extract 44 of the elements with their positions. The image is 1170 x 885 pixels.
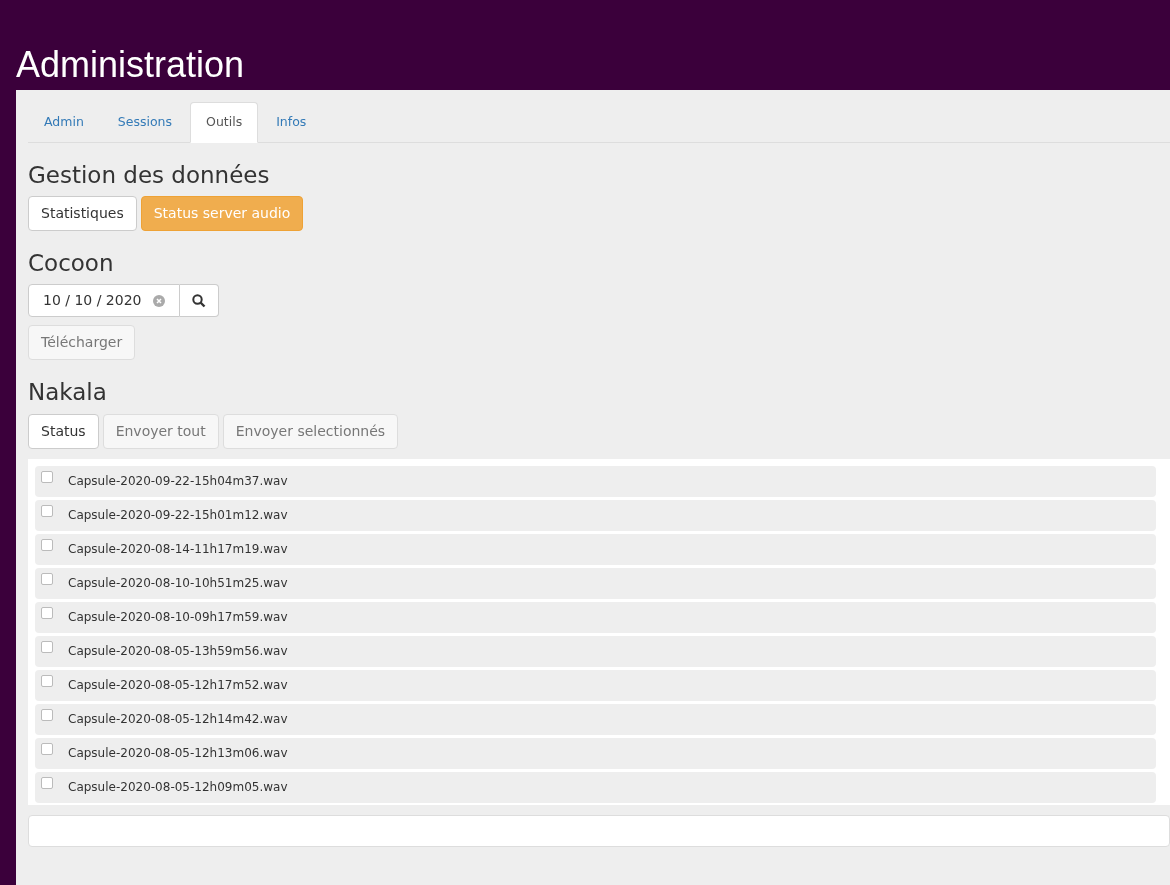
clear-icon[interactable]	[153, 294, 165, 307]
file-name: Capsule-2020-08-05-12h17m52.wav	[68, 677, 288, 695]
tab[interactable]: Outils	[190, 102, 259, 143]
file-row[interactable]: Capsule-2020-08-05-12h13m06.wav	[35, 737, 1156, 769]
page-title: Administration	[15, 43, 246, 87]
file-name: Capsule-2020-08-14-11h17m19.wav	[68, 541, 288, 559]
file-row[interactable]: Capsule-2020-08-10-10h51m25.wav	[35, 567, 1156, 599]
section-heading: Gestion des données	[28, 162, 271, 189]
file-name: Capsule-2020-08-05-12h13m06.wav	[68, 745, 288, 763]
file-row[interactable]: Capsule-2020-09-22-15h01m12.wav	[35, 499, 1156, 531]
checkbox[interactable]	[41, 607, 53, 620]
file-name: Capsule-2020-08-10-10h51m25.wav	[68, 575, 288, 593]
file-name: Capsule-2020-09-22-15h04m37.wav	[68, 473, 288, 491]
tab[interactable]: Infos	[260, 102, 323, 143]
file-row[interactable]: Capsule-2020-08-05-13h59m56.wav	[35, 635, 1156, 667]
section-heading: Nakala	[28, 380, 108, 406]
checkbox[interactable]	[41, 505, 53, 518]
checkbox[interactable]	[41, 471, 53, 484]
checkbox[interactable]	[41, 777, 53, 790]
file-name: Capsule-2020-08-05-12h14m42.wav	[68, 711, 288, 729]
checkbox[interactable]	[41, 641, 53, 654]
file-name: Capsule-2020-09-22-15h01m12.wav	[68, 507, 288, 525]
file-row[interactable]: Capsule-2020-08-05-12h09m05.wav	[35, 771, 1156, 803]
tab[interactable]: Sessions	[101, 102, 189, 143]
checkbox[interactable]	[41, 709, 53, 722]
file-name: Capsule-2020-08-05-12h09m05.wav	[68, 779, 288, 797]
checkbox[interactable]	[41, 573, 53, 586]
file-row[interactable]: Capsule-2020-08-05-12h17m52.wav	[35, 669, 1156, 701]
action-button[interactable]: Status	[28, 413, 99, 449]
tab[interactable]: Admin	[28, 102, 100, 143]
action-button[interactable]: Statistiques	[28, 196, 137, 232]
file-row[interactable]: Capsule-2020-08-05-12h14m42.wav	[35, 703, 1156, 735]
file-row[interactable]: Capsule-2020-09-22-15h04m37.wav	[35, 465, 1156, 497]
checkbox[interactable]	[41, 539, 53, 552]
file-row[interactable]: Capsule-2020-08-14-11h17m19.wav	[35, 533, 1156, 565]
search-icon	[192, 293, 206, 308]
checkbox[interactable]	[41, 675, 53, 688]
search-button[interactable]	[180, 284, 219, 318]
file-name: Capsule-2020-08-05-13h59m56.wav	[68, 643, 288, 661]
file-name: Capsule-2020-08-10-09h17m59.wav	[68, 609, 288, 627]
checkbox[interactable]	[41, 743, 53, 756]
file-row[interactable]: Capsule-2020-08-10-09h17m59.wav	[35, 601, 1156, 633]
section-heading: Cocoon	[28, 251, 115, 277]
date-field[interactable]: 10 / 10 / 2020	[28, 284, 180, 318]
